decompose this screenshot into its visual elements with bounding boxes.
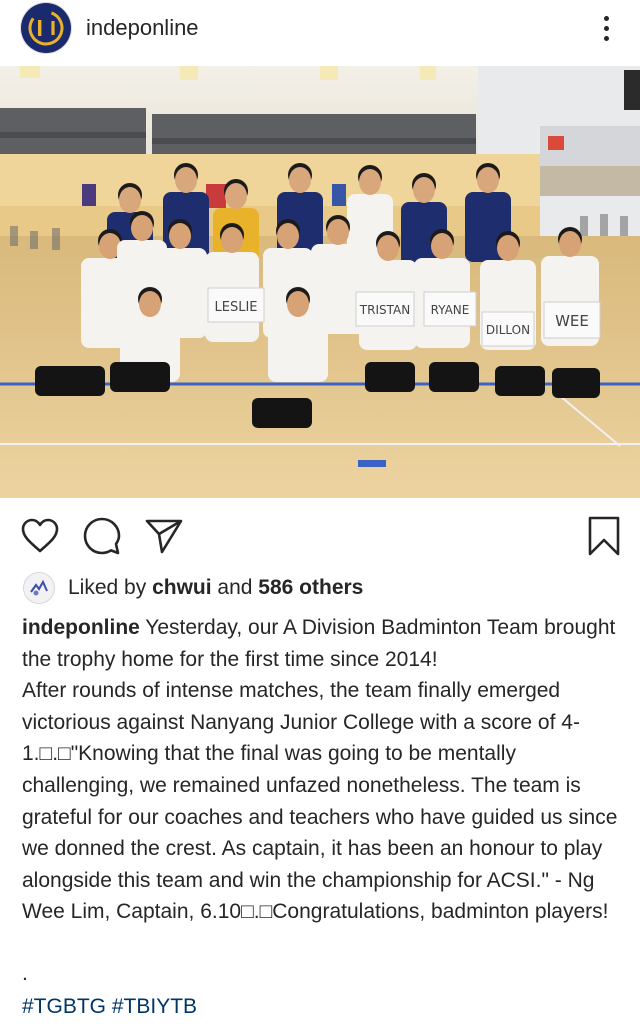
name-sign-text: TRISTAN: [359, 303, 410, 317]
name-sign: DILLON: [481, 311, 535, 347]
likes-middle: and: [211, 576, 259, 599]
caption-text: Yesterday, our A Division Badminton Team…: [22, 616, 618, 924]
name-sign: LESLIE: [207, 287, 265, 323]
caption-username[interactable]: indeponline: [22, 616, 140, 639]
more-dot: [603, 15, 609, 21]
shorts-shape: [35, 366, 105, 396]
share-button[interactable]: [144, 516, 184, 556]
liker-username[interactable]: chwui: [152, 576, 212, 599]
hashtag-link[interactable]: #TBIYTB: [112, 995, 197, 1018]
comment-icon: [83, 517, 121, 555]
liker-avatar-icon: [24, 573, 54, 603]
liker-avatar[interactable]: [24, 573, 54, 603]
post-header: indeponline: [0, 0, 640, 58]
hashtag-link[interactable]: #TGBTG: [22, 995, 106, 1018]
likes-row: Liked by chwui and 586 others: [22, 572, 622, 606]
indeponline-logo-icon: [28, 10, 64, 46]
post-caption: indeponline Yesterday, our A Division Ba…: [22, 612, 626, 928]
heart-icon: [21, 518, 59, 553]
name-sign-text: LESLIE: [215, 300, 258, 315]
like-button[interactable]: [20, 516, 60, 556]
more-dot: [603, 35, 609, 41]
bookmark-icon: [588, 516, 620, 556]
post-photo[interactable]: LESLIE TRISTAN RYANE DILLON WEE: [0, 66, 640, 498]
hashtag-row: #TGBTG #TBIYTB: [22, 993, 197, 1021]
name-sign: WEE: [543, 301, 601, 339]
shorts-shape: [110, 362, 170, 392]
shorts-shape: [429, 362, 479, 392]
likes-summary[interactable]: Liked by chwui and 586 others: [68, 574, 363, 602]
account-avatar[interactable]: [21, 3, 71, 53]
more-dot: [603, 25, 609, 31]
likes-prefix: Liked by: [68, 576, 153, 599]
name-sign: TRISTAN: [355, 291, 415, 327]
shorts-shape: [365, 362, 415, 392]
shorts-shape: [252, 398, 312, 428]
save-button[interactable]: [584, 516, 624, 556]
caption-separator: .: [22, 962, 28, 985]
likes-others-count[interactable]: 586 others: [258, 576, 363, 599]
more-options-icon[interactable]: [590, 9, 622, 47]
post-action-bar: [0, 508, 640, 564]
name-sign-text: DILLON: [486, 323, 530, 337]
name-sign-text: RYANE: [431, 303, 470, 317]
name-sign-text: WEE: [555, 312, 589, 330]
share-icon: [145, 519, 183, 554]
name-sign: RYANE: [423, 291, 477, 327]
shorts-shape: [495, 366, 545, 396]
account-username[interactable]: indeponline: [86, 14, 199, 42]
shorts-shape: [552, 368, 600, 398]
comment-button[interactable]: [82, 516, 122, 556]
